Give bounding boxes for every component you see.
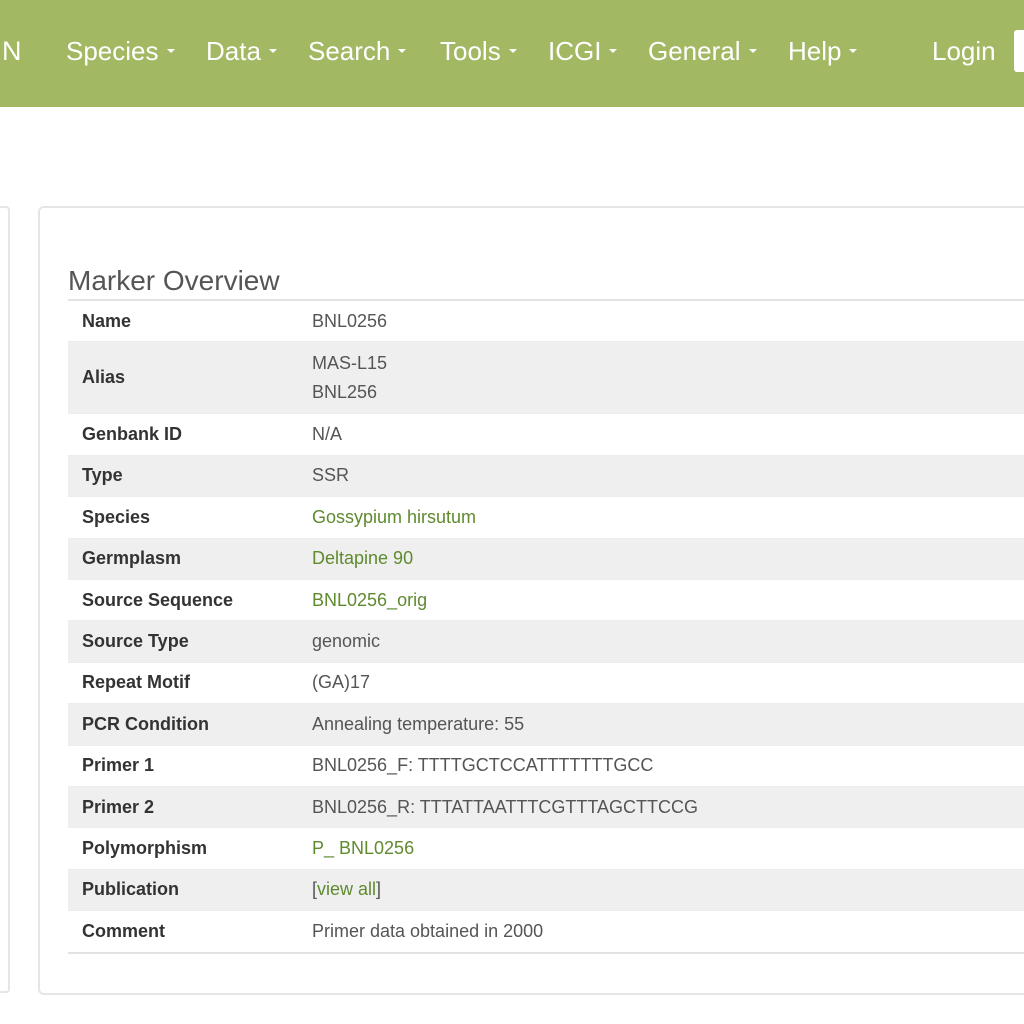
nav-data-label: Data — [206, 36, 261, 66]
view-all-publications-link[interactable]: view all — [317, 879, 376, 899]
row-label: Primer 1 — [82, 755, 155, 776]
row-value: Gossypium hirsutum — [312, 503, 1024, 532]
row-value: N/A — [312, 424, 343, 445]
row-label: Genbank ID — [82, 424, 183, 445]
row-value: Primer data obtained in 2000 — [312, 921, 544, 942]
row-value: BNL0256 — [312, 310, 388, 331]
table-row: Alias MAS-L15 BNL256 — [68, 342, 1024, 415]
row-value: (GA)17 — [312, 672, 371, 693]
row-label: Source Sequence — [82, 589, 234, 610]
table-row: Genbank ID N/A — [68, 414, 1024, 456]
row-label: Publication — [82, 879, 180, 900]
bracket-close: ] — [376, 879, 382, 900]
marker-details-table: Name BNL0256 Alias MAS-L15 BNL256 Genban… — [68, 299, 1024, 955]
panel-title: Marker Overview — [68, 265, 280, 297]
polymorphism-link[interactable]: P_ BNL0256 — [312, 838, 414, 858]
nav-help-label: Help — [788, 36, 842, 66]
alias-value-1: MAS-L15 — [312, 352, 388, 373]
caret-down-icon — [748, 49, 757, 54]
caret-down-icon — [849, 49, 858, 54]
row-value: BNL0256_F: TTTTGCTCCATTTTTTTGCC — [312, 755, 654, 776]
row-label: Germplasm — [82, 548, 182, 569]
nav-general-label: General — [648, 36, 741, 66]
table-row: Primer 1 BNL0256_F: TTTTGCTCCATTTTTTTGCC — [68, 746, 1024, 787]
login-link[interactable]: Login — [932, 36, 996, 67]
caret-down-icon — [508, 49, 517, 54]
row-value: SSR — [312, 465, 350, 486]
table-row: Germplasm Deltapine 90 — [68, 538, 1024, 580]
table-row: Repeat Motif (GA)17 — [68, 663, 1024, 705]
table-row: Comment Primer data obtained in 2000 — [68, 911, 1024, 952]
nav-tools-label: Tools — [440, 36, 501, 66]
nav-search[interactable]: Search — [308, 36, 407, 67]
row-value: BNL0256_orig — [312, 586, 1024, 615]
row-label: Repeat Motif — [82, 672, 190, 693]
table-row: Type SSR — [68, 455, 1024, 498]
row-label: Species — [82, 506, 151, 527]
row-label: Comment — [82, 921, 166, 942]
source-sequence-link[interactable]: BNL0256_orig — [312, 590, 427, 610]
nav-search-label: Search — [308, 36, 391, 66]
row-label: Primer 2 — [82, 796, 155, 817]
row-label: Polymorphism — [82, 837, 208, 858]
table-row: Polymorphism P_ BNL0256 — [68, 828, 1024, 870]
nav-data[interactable]: Data — [206, 36, 277, 67]
row-label: Name — [82, 310, 132, 331]
nav-species-label: Species — [66, 36, 159, 66]
left-sidebar-panel — [0, 206, 10, 993]
row-value: Annealing temperature: 55 — [312, 713, 525, 734]
row-label: Type — [82, 465, 123, 486]
table-row: PCR Condition Annealing temperature: 55 — [68, 704, 1024, 746]
caret-down-icon — [609, 49, 618, 54]
row-label: Source Type — [82, 631, 189, 652]
germplasm-link[interactable]: Deltapine 90 — [312, 548, 413, 568]
nav-help[interactable]: Help — [788, 36, 858, 67]
alias-value-2: BNL256 — [312, 381, 378, 402]
row-value: MAS-L15 BNL256 — [312, 349, 1024, 407]
nav-tools[interactable]: Tools — [440, 36, 517, 67]
nav-general[interactable]: General — [648, 36, 757, 67]
caret-down-icon — [398, 49, 407, 54]
table-row: Species Gossypium hirsutum — [68, 497, 1024, 539]
row-label: Alias — [82, 367, 126, 388]
row-value: P_ BNL0256 — [312, 834, 1024, 863]
table-row: Source Sequence BNL0256_orig — [68, 580, 1024, 622]
table-row: Publication [view all] — [68, 869, 1024, 912]
row-value: BNL0256_R: TTTATTAATTTCGTTTAGCTTCCG — [312, 796, 699, 817]
marker-overview-panel: Marker Overview Name BNL0256 Alias MAS-L… — [38, 206, 1024, 995]
species-link[interactable]: Gossypium hirsutum — [312, 507, 476, 527]
caret-down-icon — [166, 49, 175, 54]
top-navbar: N Species Data Search Tools ICGI General… — [0, 0, 1024, 107]
site-brand[interactable]: N — [2, 36, 23, 67]
nav-species[interactable]: Species — [66, 36, 175, 67]
nav-icgi[interactable]: ICGI — [548, 36, 618, 67]
table-row: Name BNL0256 — [68, 301, 1024, 343]
row-value: [view all] — [312, 875, 1024, 904]
row-value: Deltapine 90 — [312, 544, 1024, 573]
nav-icgi-label: ICGI — [548, 36, 602, 66]
caret-down-icon — [268, 49, 277, 54]
row-label: PCR Condition — [82, 713, 209, 734]
table-row: Source Type genomic — [68, 621, 1024, 663]
nav-search-box[interactable] — [1014, 30, 1024, 72]
row-value: genomic — [312, 631, 381, 652]
table-row: Primer 2 BNL0256_R: TTTATTAATTTCGTTTAGCT… — [68, 786, 1024, 829]
